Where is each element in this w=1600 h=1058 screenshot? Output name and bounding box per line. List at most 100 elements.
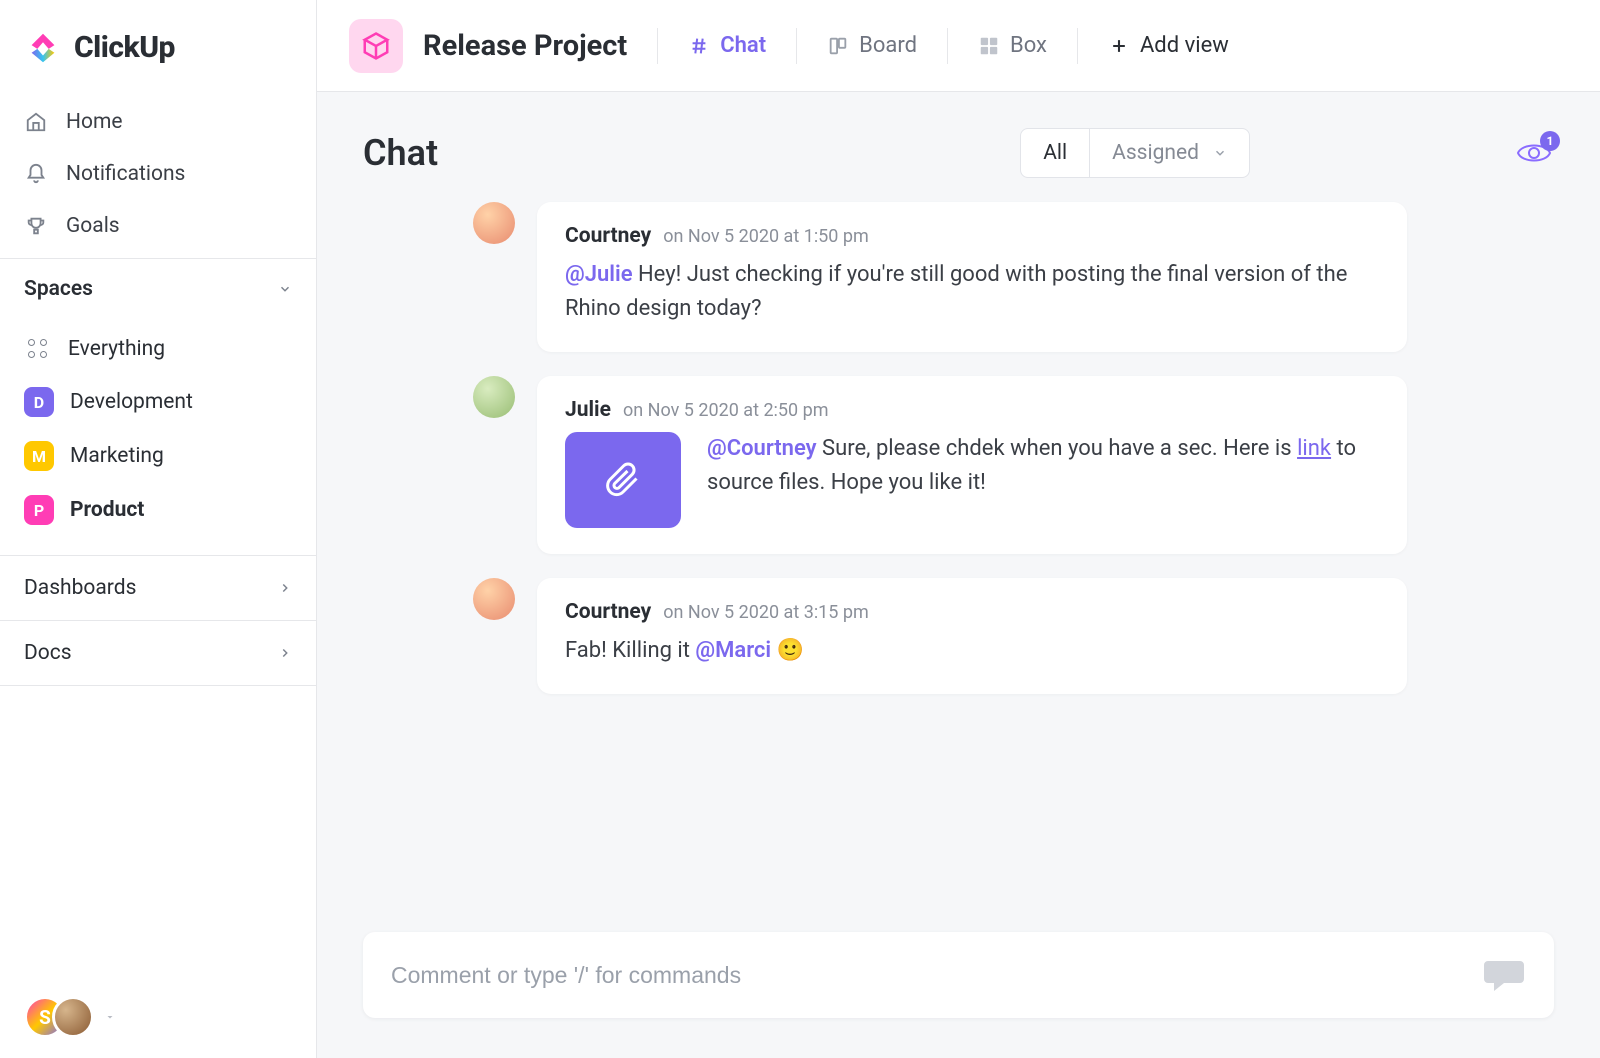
section-docs-label: Docs — [24, 641, 72, 665]
nav-goals-label: Goals — [66, 214, 120, 238]
chevron-right-icon — [278, 646, 292, 660]
add-view-label: Add view — [1140, 33, 1229, 58]
chevron-down-icon — [278, 282, 292, 296]
add-view-button[interactable]: Add view — [1108, 33, 1229, 58]
tab-chat[interactable]: Chat — [688, 33, 766, 58]
messages-list: Courtney on Nov 5 2020 at 1:50 pm @Julie… — [317, 192, 1600, 694]
link[interactable]: link — [1297, 436, 1331, 461]
chevron-right-icon — [278, 581, 292, 595]
clickup-logo-icon — [24, 28, 62, 66]
message-author: Courtney — [565, 224, 651, 248]
board-icon — [827, 35, 849, 57]
nav-home-label: Home — [66, 110, 123, 134]
space-badge-d: D — [24, 387, 54, 417]
user-avatar-stack[interactable]: S — [24, 996, 94, 1038]
avatar-courtney[interactable] — [473, 578, 515, 620]
grid-icon — [978, 35, 1000, 57]
message-bubble[interactable]: Julie on Nov 5 2020 at 2:50 pm @Courtney… — [537, 376, 1407, 554]
avatar-courtney[interactable] — [473, 202, 515, 244]
tab-chat-label: Chat — [720, 33, 766, 58]
emoji-smile: 🙂 — [777, 638, 804, 663]
message-row: Julie on Nov 5 2020 at 2:50 pm @Courtney… — [363, 376, 1554, 554]
main: Release Project Chat Board Box — [317, 0, 1600, 1058]
filter-group: All Assigned — [1020, 128, 1250, 178]
avatar-julie[interactable] — [473, 376, 515, 418]
divider — [657, 28, 658, 64]
space-product-label: Product — [70, 498, 144, 522]
message-row: Courtney on Nov 5 2020 at 3:15 pm Fab! K… — [363, 578, 1554, 694]
cube-icon — [361, 31, 391, 61]
tab-board-label: Board — [859, 33, 917, 58]
divider — [947, 28, 948, 64]
message-author: Courtney — [565, 600, 651, 624]
tab-box[interactable]: Box — [978, 33, 1047, 58]
space-marketing-label: Marketing — [70, 444, 164, 468]
mention[interactable]: @Courtney — [707, 436, 817, 461]
filter-all[interactable]: All — [1021, 129, 1089, 177]
watchers-button[interactable]: 1 — [1514, 137, 1554, 169]
space-development[interactable]: D Development — [0, 375, 316, 429]
user-avatar-photo — [52, 996, 94, 1038]
space-marketing[interactable]: M Marketing — [0, 429, 316, 483]
nav-notifications[interactable]: Notifications — [0, 148, 316, 200]
section-docs[interactable]: Docs — [0, 620, 316, 686]
message-row: Courtney on Nov 5 2020 at 1:50 pm @Julie… — [363, 202, 1554, 352]
divider — [1077, 28, 1078, 64]
hash-icon — [688, 35, 710, 57]
mention[interactable]: @Marci — [695, 638, 771, 663]
project-icon[interactable] — [349, 19, 403, 73]
topbar: Release Project Chat Board Box — [317, 0, 1600, 92]
space-everything[interactable]: Everything — [0, 323, 316, 375]
spaces-header-label: Spaces — [24, 277, 93, 301]
spaces-header[interactable]: Spaces — [0, 258, 316, 319]
home-icon — [24, 110, 48, 134]
nav-notifications-label: Notifications — [66, 162, 185, 186]
composer[interactable] — [363, 932, 1554, 1018]
content: Chat All Assigned 1 — [317, 92, 1600, 1058]
content-head: Chat All Assigned 1 — [317, 92, 1600, 192]
page-title: Chat — [363, 132, 438, 174]
tab-box-label: Box — [1010, 33, 1047, 58]
message-body: Fab! Killing it @Marci 🙂 — [565, 634, 1379, 668]
divider — [796, 28, 797, 64]
message-body: @Courtney Sure, please chdek when you ha… — [707, 432, 1379, 500]
message-text: Sure, please chdek when you have a sec. … — [817, 436, 1297, 461]
sidebar: ClickUp Home Notifications Goals — [0, 0, 317, 1058]
trophy-icon — [24, 214, 48, 238]
paperclip-icon — [605, 462, 641, 498]
sidebar-footer: S — [0, 976, 316, 1058]
comment-icon[interactable] — [1482, 957, 1526, 993]
filter-assigned-label: Assigned — [1112, 141, 1199, 165]
space-development-label: Development — [70, 390, 193, 414]
nav-home[interactable]: Home — [0, 96, 316, 148]
bell-icon — [24, 162, 48, 186]
space-everything-label: Everything — [68, 337, 165, 361]
space-product[interactable]: P Product — [0, 483, 316, 537]
project-title: Release Project — [423, 29, 627, 63]
composer-wrap — [317, 910, 1600, 1058]
section-dashboards-label: Dashboards — [24, 576, 136, 600]
composer-input[interactable] — [391, 962, 1466, 989]
message-author: Julie — [565, 398, 611, 422]
message-time: on Nov 5 2020 at 2:50 pm — [623, 400, 829, 421]
message-time: on Nov 5 2020 at 3:15 pm — [663, 602, 869, 623]
message-body: @Julie Hey! Just checking if you're stil… — [565, 258, 1379, 326]
primary-nav: Home Notifications Goals — [0, 90, 316, 258]
everything-icon — [24, 335, 52, 363]
caret-down-icon[interactable] — [104, 1011, 116, 1023]
tab-board[interactable]: Board — [827, 33, 917, 58]
brand-name: ClickUp — [74, 30, 175, 65]
message-bubble[interactable]: Courtney on Nov 5 2020 at 3:15 pm Fab! K… — [537, 578, 1407, 694]
nav-goals[interactable]: Goals — [0, 200, 316, 252]
section-dashboards[interactable]: Dashboards — [0, 555, 316, 620]
message-time: on Nov 5 2020 at 1:50 pm — [663, 226, 869, 247]
message-text: Fab! Killing it — [565, 638, 695, 663]
brand-logo[interactable]: ClickUp — [0, 0, 316, 90]
mention[interactable]: @Julie — [565, 262, 633, 287]
chevron-down-icon — [1213, 146, 1227, 160]
space-badge-p: P — [24, 495, 54, 525]
filter-assigned[interactable]: Assigned — [1089, 129, 1249, 177]
attachment-box[interactable] — [565, 432, 681, 528]
spaces-list: Everything D Development M Marketing P P… — [0, 319, 316, 555]
message-bubble[interactable]: Courtney on Nov 5 2020 at 1:50 pm @Julie… — [537, 202, 1407, 352]
